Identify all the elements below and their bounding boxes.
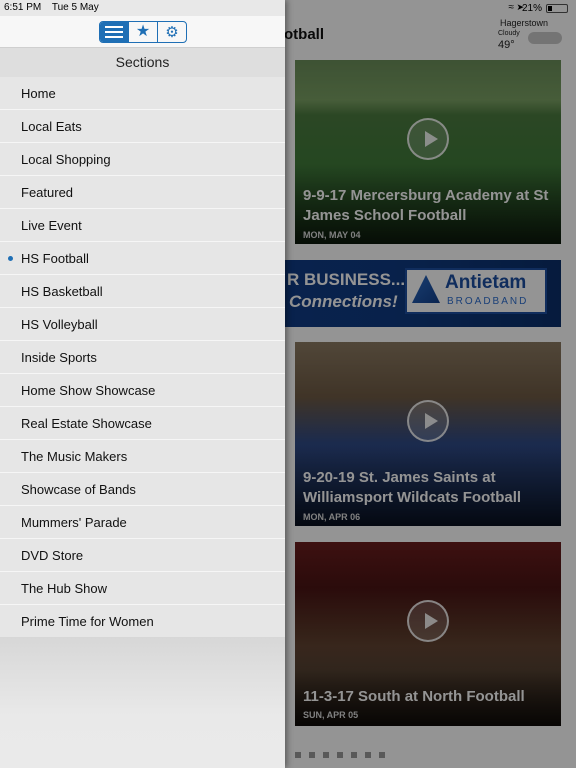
section-item[interactable]: Live Event [0, 209, 285, 242]
section-item[interactable]: Real Estate Showcase [0, 407, 285, 440]
section-item-label: Local Shopping [21, 152, 111, 167]
selected-indicator-icon [8, 256, 13, 261]
section-item-label: Mummers' Parade [21, 515, 127, 530]
section-item-label: Inside Sports [21, 350, 97, 365]
section-item[interactable]: The Music Makers [0, 440, 285, 473]
section-item[interactable]: Featured [0, 176, 285, 209]
section-item-label: Showcase of Bands [21, 482, 136, 497]
section-item-label: The Music Makers [21, 449, 128, 464]
section-item[interactable]: The Hub Show [0, 572, 285, 605]
segment-favorites[interactable]: ★ [129, 22, 158, 42]
sections-header: Sections [0, 48, 285, 77]
section-item[interactable]: HS Football [0, 242, 285, 275]
list-icon [105, 26, 123, 38]
section-item[interactable]: Local Eats [0, 110, 285, 143]
section-item-label: The Hub Show [21, 581, 107, 596]
section-item-label: Home [21, 86, 56, 101]
drawer-empty-area [0, 637, 285, 768]
drawer-segmented-control: ★ ⚙ [99, 21, 187, 43]
section-item-label: HS Basketball [21, 284, 103, 299]
status-date: Tue 5 May [51, 2, 99, 13]
segment-settings[interactable]: ⚙ [158, 22, 186, 42]
section-item[interactable]: DVD Store [0, 539, 285, 572]
section-item-label: Featured [21, 185, 74, 200]
gear-icon: ⚙ [165, 23, 179, 41]
section-item[interactable]: HS Basketball [0, 275, 285, 308]
section-item-label: Real Estate Showcase [21, 416, 152, 431]
section-item[interactable]: Showcase of Bands [0, 473, 285, 506]
segment-sections[interactable] [100, 22, 129, 42]
section-item-label: Local Eats [21, 119, 82, 134]
section-item-label: Home Show Showcase [21, 383, 156, 398]
section-item-label: Live Event [21, 218, 82, 233]
section-list: Home Local Eats Local Shopping Featured Live… [0, 77, 285, 638]
drawer-toolbar: ★ ⚙ [0, 16, 285, 48]
section-item-label: Prime Time for Women [21, 614, 154, 629]
status-time: 6:51 PM [4, 2, 42, 13]
section-item[interactable]: Prime Time for Women [0, 605, 285, 638]
status-bar-left: 6:51 PM Tue 5 May [4, 2, 107, 13]
section-item[interactable]: Local Shopping [0, 143, 285, 176]
sections-drawer: 6:51 PM Tue 5 May ★ ⚙ Sections Home Local… [0, 0, 285, 768]
section-item-label: HS Football [21, 251, 89, 266]
section-item[interactable]: Mummers' Parade [0, 506, 285, 539]
section-item[interactable]: HS Volleyball [0, 308, 285, 341]
section-item[interactable]: Inside Sports [0, 341, 285, 374]
section-item-label: HS Volleyball [21, 317, 98, 332]
section-item[interactable]: Home Show Showcase [0, 374, 285, 407]
section-item[interactable]: Home [0, 77, 285, 110]
star-icon: ★ [135, 23, 151, 40]
section-item-label: DVD Store [21, 548, 84, 563]
